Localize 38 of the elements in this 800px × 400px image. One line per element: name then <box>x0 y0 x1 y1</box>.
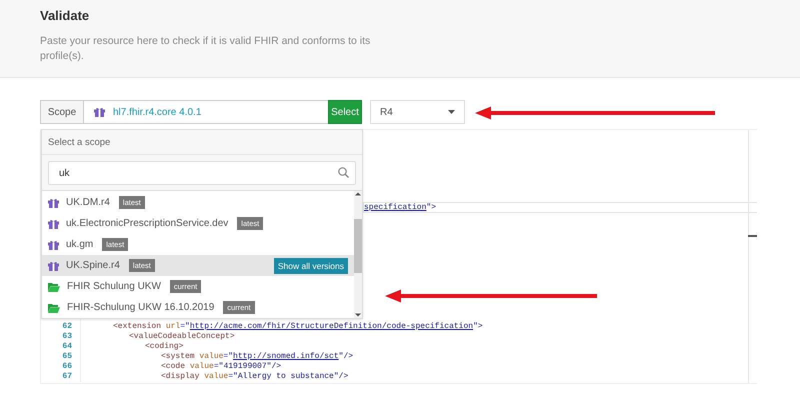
show-versions-button[interactable]: Show all versions <box>274 258 348 274</box>
scope-name: uk.ElectronicPrescriptionService.dev <box>66 218 228 229</box>
search-icon <box>338 167 349 178</box>
line-number: 66 <box>41 362 81 372</box>
line-number: 65 <box>41 352 81 362</box>
scope-name: FHIR Schulung UKW <box>67 281 161 292</box>
gift-icon <box>48 260 59 270</box>
code-line: <display value="Allergy to substance"/> <box>161 372 348 382</box>
line-number: 63 <box>41 332 81 342</box>
code-line: <valueCodeableConcept> <box>129 332 235 342</box>
scope-name: UK.DM.r4 <box>66 197 110 208</box>
scroll-marker <box>748 235 757 237</box>
line-number: 64 <box>41 342 81 352</box>
code-text: specification"> <box>364 202 436 212</box>
code-line: <extension url="http://acme.com/fhir/StructureDefinition/code-specification"> <box>113 322 483 332</box>
folder-icon <box>48 282 60 292</box>
code-line: <code value="419199007"/> <box>161 362 282 372</box>
scope-name: uk.gm <box>66 239 94 250</box>
line-number: 62 <box>41 322 81 332</box>
gift-icon <box>48 240 59 250</box>
caret-icon <box>448 110 455 114</box>
page-description: Paste your resource here to check if it is valid FHIR and conforms to its profile(s). <box>40 34 372 64</box>
folder-icon <box>48 302 60 312</box>
page-title: Validate <box>40 8 90 23</box>
search-field[interactable]: uk <box>48 161 356 185</box>
scrollbar[interactable] <box>354 191 362 318</box>
line-number: 67 <box>41 372 81 382</box>
gift-icon <box>94 107 105 117</box>
version-dropdown[interactable]: R4 <box>370 100 465 124</box>
gift-icon <box>48 218 59 228</box>
code-line: <system value="http://snomed.info/sct"/> <box>161 352 354 362</box>
scope-name: FHIR-Schulung UKW 16.10.2019 <box>67 302 214 313</box>
code-line: <coding> <box>145 342 184 352</box>
scope-label: Scope <box>40 100 84 124</box>
gift-icon <box>48 198 59 208</box>
scope-name: UK.Spine.r4 <box>66 260 120 271</box>
scroll-down-icon[interactable] <box>355 312 361 318</box>
dropdown-title: Select a scope <box>42 130 362 155</box>
